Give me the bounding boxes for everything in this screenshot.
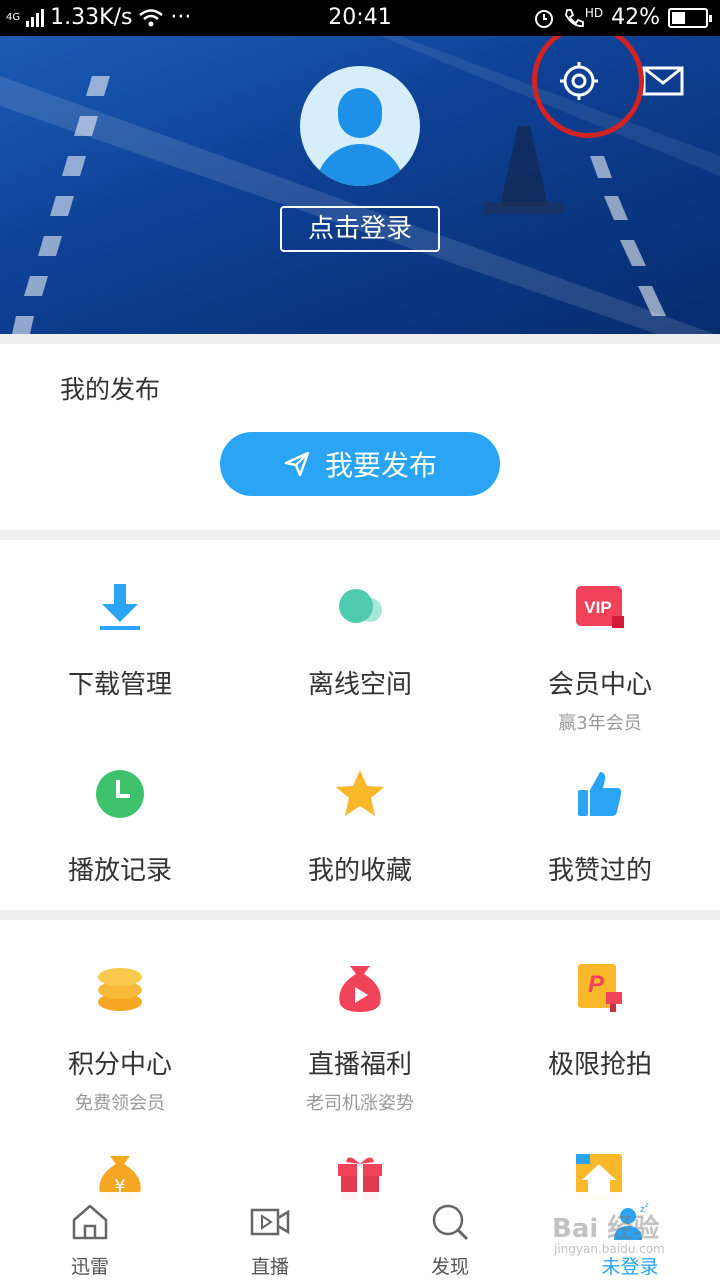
battery-percent: 42% <box>611 5 660 30</box>
avatar[interactable] <box>300 66 420 186</box>
download-icon <box>100 584 140 630</box>
star-icon <box>336 770 384 816</box>
publish-title: 我的发布 <box>60 375 161 404</box>
status-bar: 4G 1.33K/s ··· 20:41 HD 42% <box>0 0 720 36</box>
cloud-icon <box>339 589 382 623</box>
feature-grid-primary: 下载管理 离线空间 VIP 会员中心 赢3年会员 播放记录 我的收藏 我赞过的 <box>0 540 720 910</box>
battery-icon <box>668 7 712 28</box>
profile-header: 点击登录 <box>0 36 720 334</box>
thumbs-up-icon <box>578 772 622 816</box>
grid-item-points-center[interactable]: 积分中心 免费领会员 <box>0 960 240 1115</box>
clock-icon <box>96 770 144 818</box>
search-icon <box>432 1204 469 1241</box>
feature-grid-secondary: 积分中心 免费领会员 直播福利 老司机涨姿势 P 极限抢拍 ¥ <box>0 920 720 1200</box>
grid-item-vip-center[interactable]: VIP 会员中心 赢3年会员 <box>480 580 720 735</box>
grid-item-offline-space[interactable]: 离线空间 <box>240 580 480 709</box>
svg-text:VIP: VIP <box>584 598 611 617</box>
vip-icon: VIP <box>576 586 624 628</box>
publish-section: 我的发布 我要发布 <box>0 344 720 530</box>
alarm-icon <box>534 9 553 28</box>
coins-icon <box>98 968 142 1011</box>
grid-item-live-benefits[interactable]: 直播福利 老司机涨姿势 <box>240 960 480 1115</box>
hd-indicator: HD <box>584 5 604 20</box>
svg-text:P: P <box>588 971 605 998</box>
publish-button[interactable]: 我要发布 <box>220 432 500 496</box>
video-icon <box>250 1208 290 1236</box>
mail-icon[interactable] <box>640 58 686 104</box>
grid-item-liked[interactable]: 我赞过的 <box>480 766 720 895</box>
watermark-logo: Bai 经验 <box>552 1214 660 1244</box>
nav-tab-live[interactable]: 直播 <box>180 1202 360 1279</box>
publish-button-label: 我要发布 <box>324 449 437 482</box>
nav-tab-xunlei[interactable]: 迅雷 <box>0 1202 180 1279</box>
money-bag-play-icon <box>339 966 381 1012</box>
grid-item-play-history[interactable]: 播放记录 <box>0 766 240 895</box>
grid-item-flash-auction[interactable]: P 极限抢拍 <box>480 960 720 1089</box>
grid-item-download[interactable]: 下载管理 <box>0 580 240 709</box>
grid-item-favorites[interactable]: 我的收藏 <box>240 766 480 895</box>
watermark-url: jingyan.baidu.com <box>554 1242 665 1256</box>
auction-icon: P <box>578 964 622 1012</box>
nav-tab-discover[interactable]: 发现 <box>360 1202 540 1279</box>
call-icon <box>564 8 584 27</box>
house-icon <box>72 1204 108 1240</box>
send-icon <box>284 451 310 477</box>
login-button[interactable]: 点击登录 <box>280 206 440 252</box>
